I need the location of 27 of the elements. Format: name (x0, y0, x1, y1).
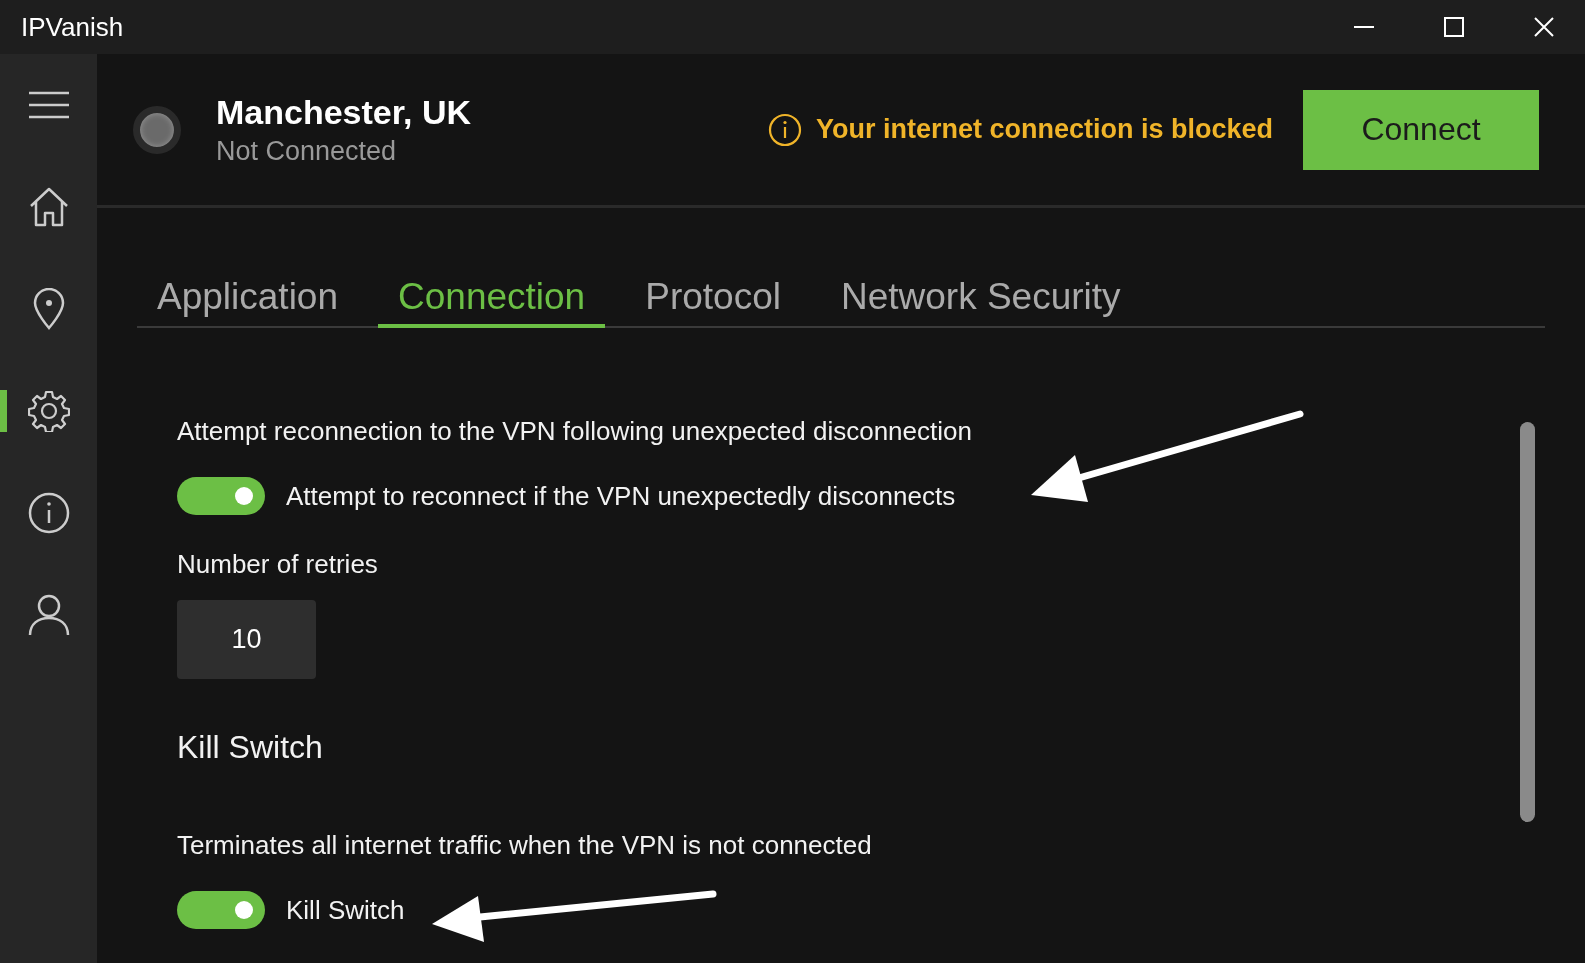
info-icon[interactable] (27, 492, 70, 534)
settings-icon[interactable] (27, 390, 70, 432)
menu-icon[interactable] (27, 91, 70, 119)
location-name: Manchester, UK (216, 92, 472, 132)
toggle-label: Kill Switch (286, 894, 405, 926)
person-icon[interactable] (27, 594, 70, 636)
maximize-icon[interactable] (1443, 16, 1465, 38)
toggle-label: Attempt to reconnect if the VPN unexpectedly disconnects (286, 480, 956, 512)
tab[interactable]: Application (137, 272, 358, 328)
field-label: Number of retries (177, 549, 379, 580)
toggle-switch[interactable] (177, 477, 265, 515)
connect-button[interactable]: Connect (1303, 89, 1539, 170)
tab[interactable]: Connection (378, 272, 606, 328)
toggle-switch[interactable] (177, 891, 265, 929)
setting-description: Attempt reconnection to the VPN following unexpected disconnection (177, 416, 973, 447)
window-title: IPVanish (21, 11, 124, 43)
tab[interactable]: Network Security (820, 272, 1141, 328)
location-pin-icon[interactable] (32, 288, 65, 330)
scrollbar[interactable] (1520, 422, 1535, 822)
alert-message: Your internet connection is blocked (815, 114, 1273, 145)
section-heading: Kill Switch (177, 729, 324, 766)
close-icon[interactable] (1533, 16, 1555, 38)
tab[interactable]: Protocol (625, 272, 801, 328)
setting-description: Terminates all internet traffic when the VPN is not connected (177, 830, 873, 861)
info-icon (767, 112, 802, 147)
retries-input[interactable]: 10 (177, 600, 316, 679)
connection-status: Not Connected (216, 135, 398, 167)
